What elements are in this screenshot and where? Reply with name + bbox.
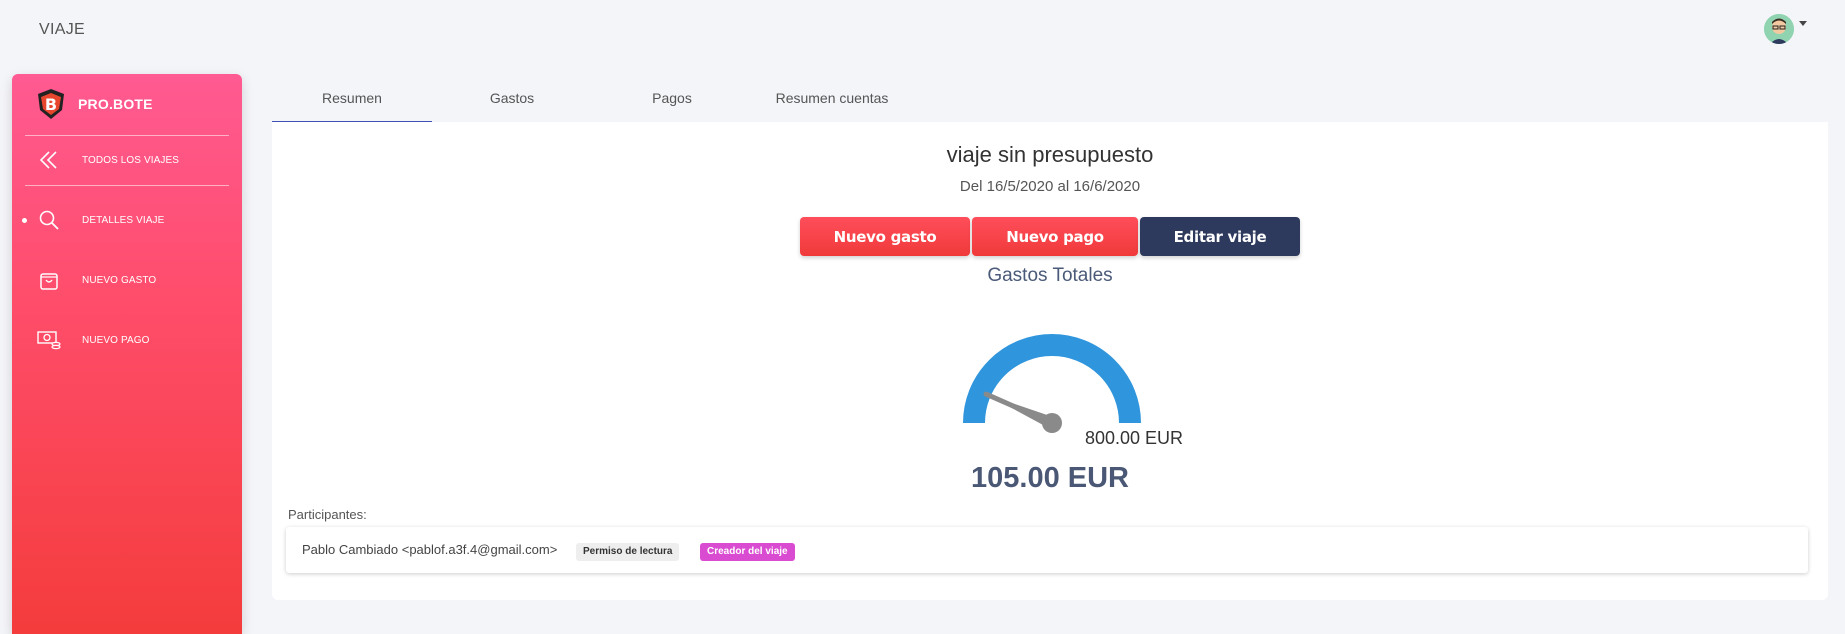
tab-label: Pagos xyxy=(652,90,692,106)
brand[interactable]: B PRO.BOTE xyxy=(36,84,153,124)
tab-gastos[interactable]: Gastos xyxy=(432,78,592,122)
brand-logo-icon: B xyxy=(38,89,64,119)
tab-pagos[interactable]: Pagos xyxy=(592,78,752,122)
sidebar-divider xyxy=(25,185,229,186)
tab-label: Gastos xyxy=(489,90,535,106)
total-expenses-label: Gastos Totales xyxy=(987,265,1113,286)
gauge-max-label: 800.00 EUR xyxy=(1085,428,1184,448)
tab-resumen-cuentas[interactable]: Resumen cuentas xyxy=(752,78,912,122)
tab-label: Resumen cuentas xyxy=(775,90,889,106)
trip-creator-badge: Creador del viaje xyxy=(700,543,795,561)
trip-title: viaje sin presupuesto xyxy=(946,142,1154,167)
gauge-hub xyxy=(1042,413,1062,433)
new-payment-button[interactable]: Nuevo pago xyxy=(972,217,1138,256)
participant-name: Pablo Cambiado <pablof.a3f.4@gmail.com> xyxy=(302,542,558,557)
top-bar: VIAJE xyxy=(0,0,1845,62)
trip-dates: Del 16/5/2020 al 16/6/2020 xyxy=(959,178,1141,195)
page-title: VIAJE xyxy=(39,21,85,38)
edit-trip-button[interactable]: Editar viaje xyxy=(1140,217,1300,256)
user-menu-caret-icon[interactable] xyxy=(1799,21,1807,26)
money-icon xyxy=(36,327,62,353)
gauge-value: 105.00 EUR xyxy=(971,462,1129,494)
tab-resumen[interactable]: Resumen xyxy=(272,78,432,123)
active-indicator xyxy=(22,218,27,223)
sidebar-item-nuevo-gasto[interactable]: NUEVO GASTO xyxy=(25,260,229,300)
tab-label: Resumen xyxy=(322,90,382,106)
sidebar-item-label: NUEVO PAGO xyxy=(82,334,150,346)
sidebar-item-label: DETALLES VIAJE xyxy=(82,214,165,226)
sidebar-item-label: TODOS LOS VIAJES xyxy=(82,154,180,166)
gauge-arc xyxy=(963,334,1141,424)
participants-label: Participantes: xyxy=(288,507,367,522)
svg-text:B: B xyxy=(45,95,57,114)
summary-card: viaje sin presupuesto Del 16/5/2020 al 1… xyxy=(272,122,1828,600)
sidebar: B PRO.BOTE TODOS LOS VIAJES DETALLES VIA… xyxy=(12,74,242,634)
brand-name: PRO.BOTE xyxy=(78,96,153,112)
participant-row: Pablo Cambiado <pablof.a3f.4@gmail.com> … xyxy=(286,527,1808,573)
read-permission-badge: Permiso de lectura xyxy=(576,543,680,561)
new-expense-button[interactable]: Nuevo gasto xyxy=(800,217,970,256)
sidebar-item-label: NUEVO GASTO xyxy=(82,274,157,286)
chevrons-left-icon xyxy=(36,147,62,173)
sidebar-item-todos-los-viajes[interactable]: TODOS LOS VIAJES xyxy=(25,140,229,180)
tab-bar: Resumen Gastos Pagos Resumen cuentas xyxy=(272,78,1828,123)
shopping-bag-icon xyxy=(36,267,62,293)
search-icon xyxy=(36,207,62,233)
user-avatar[interactable] xyxy=(1764,14,1794,44)
sidebar-item-detalles-viaje[interactable]: DETALLES VIAJE xyxy=(22,200,229,240)
avatar-icon xyxy=(1764,14,1794,44)
sidebar-item-nuevo-pago[interactable]: NUEVO PAGO xyxy=(25,320,229,360)
sidebar-divider xyxy=(25,135,229,136)
